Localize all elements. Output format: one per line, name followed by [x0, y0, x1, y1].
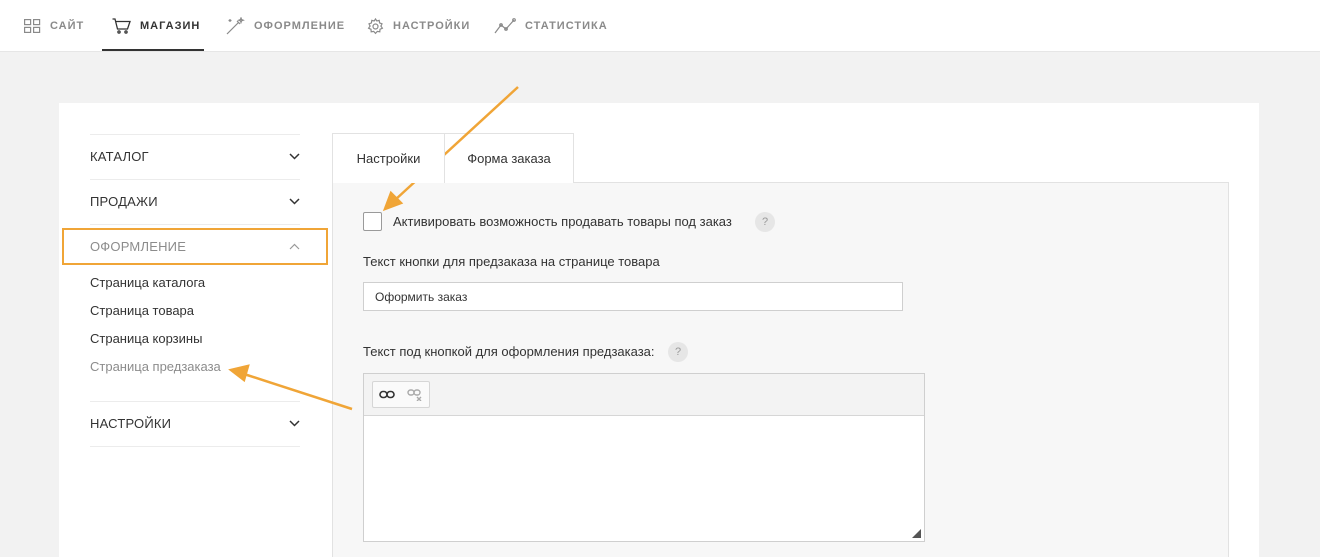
sidebar-subitem-catalog-page[interactable]: Страница каталога: [90, 275, 205, 290]
button-text-label: Текст кнопки для предзаказа на странице …: [363, 254, 660, 269]
resize-handle[interactable]: [912, 529, 921, 538]
chevron-down-icon: [289, 153, 300, 160]
cart-icon: [112, 18, 131, 34]
tab-settings[interactable]: Настройки: [332, 133, 445, 183]
grid-icon: [24, 19, 41, 33]
nav-shop-label: МАГАЗИН: [140, 20, 201, 32]
nav-statistics[interactable]: СТАТИСТИКА: [494, 0, 608, 52]
top-navigation: САЙТ МАГАЗИН ОФОРМЛЕНИЕ НАСТРОЙКИ СТАТИС…: [0, 0, 1320, 52]
sidebar-section-sales[interactable]: ПРОДАЖИ: [90, 179, 300, 224]
editor-content-area[interactable]: [364, 416, 924, 541]
nav-site[interactable]: САЙТ: [24, 0, 84, 52]
sidebar-subitem-product-page[interactable]: Страница товара: [90, 303, 194, 318]
sidebar-section-label: ПРОДАЖИ: [90, 194, 158, 209]
insert-link-button[interactable]: [373, 381, 401, 408]
editor-toolbar: [364, 374, 924, 416]
tab-order-form[interactable]: Форма заказа: [444, 133, 574, 183]
sidebar-divider: [90, 446, 300, 447]
chevron-down-icon: [289, 420, 300, 427]
sidebar-section-settings[interactable]: НАСТРОЙКИ: [90, 401, 300, 446]
sidebar-section-label: КАТАЛОГ: [90, 149, 149, 164]
chevron-down-icon: [289, 198, 300, 205]
help-icon[interactable]: ?: [668, 342, 688, 362]
nav-statistics-label: СТАТИСТИКА: [525, 20, 608, 32]
sidebar-subitem-preorder-page[interactable]: Страница предзаказа: [90, 359, 221, 374]
under-button-text-label: Текст под кнопкой для оформления предзак…: [363, 344, 655, 359]
magic-wand-icon: [226, 17, 245, 35]
nav-shop[interactable]: МАГАЗИН: [112, 0, 200, 52]
link-icon: [379, 390, 395, 399]
sidebar-section-label: НАСТРОЙКИ: [90, 416, 172, 431]
help-icon[interactable]: ?: [755, 212, 775, 232]
button-text-input[interactable]: Оформить заказ: [363, 282, 903, 311]
nav-site-label: САЙТ: [50, 20, 85, 32]
active-tab-indicator: [102, 49, 204, 51]
gear-icon: [367, 17, 384, 34]
nav-design-label: ОФОРМЛЕНИЕ: [254, 20, 346, 32]
preorder-checkbox[interactable]: [363, 212, 382, 231]
nav-design[interactable]: ОФОРМЛЕНИЕ: [225, 0, 345, 52]
sidebar-subitem-cart-page[interactable]: Страница корзины: [90, 331, 202, 346]
nav-settings[interactable]: НАСТРОЙКИ: [367, 0, 470, 52]
remove-link-button[interactable]: [401, 381, 429, 408]
nav-settings-label: НАСТРОЙКИ: [393, 20, 471, 32]
sidebar-section-catalog[interactable]: КАТАЛОГ: [90, 134, 300, 179]
unlink-icon: [407, 388, 422, 401]
preorder-checkbox-label: Активировать возможность продавать товар…: [393, 214, 732, 229]
rich-text-editor: [363, 373, 925, 542]
chart-line-icon: [494, 18, 516, 34]
annotation-highlight-box: [62, 228, 328, 265]
